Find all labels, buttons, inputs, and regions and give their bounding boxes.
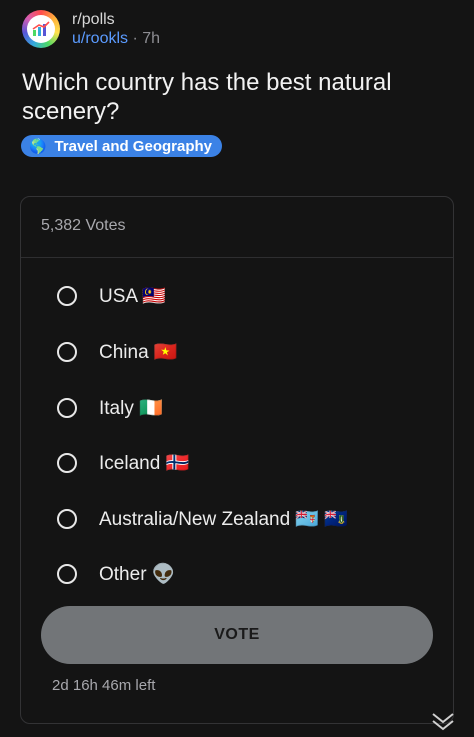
subreddit-name[interactable]: r/polls	[72, 10, 160, 29]
radio-button[interactable]	[57, 342, 77, 362]
poll-option[interactable]: USA 🇲🇾	[57, 282, 166, 310]
author-link[interactable]: u/rookls	[72, 30, 128, 47]
radio-button[interactable]	[57, 564, 77, 584]
vote-button[interactable]: VOTE	[41, 606, 433, 664]
option-label: China 🇻🇳	[99, 342, 178, 363]
radio-button[interactable]	[57, 509, 77, 529]
radio-button[interactable]	[57, 453, 77, 473]
post-title[interactable]: Which country has the best natural scene…	[22, 68, 442, 126]
poll-option[interactable]: Italy 🇮🇪	[57, 394, 163, 422]
radio-button[interactable]	[57, 398, 77, 418]
vote-count: 5,382 Votes	[41, 217, 126, 234]
post-header: r/polls u/rookls · 7h	[22, 10, 160, 48]
option-label: Iceland 🇳🇴	[99, 453, 190, 474]
poll-option[interactable]: Iceland 🇳🇴	[57, 449, 189, 477]
poll-card: 5,382 Votes USA 🇲🇾 China 🇻🇳 Italy 🇮🇪 Ice…	[20, 196, 454, 724]
option-label: USA 🇲🇾	[99, 286, 166, 307]
author-line: u/rookls · 7h	[72, 29, 160, 48]
divider	[21, 257, 453, 258]
poll-option[interactable]: Australia/New Zealand 🇫🇯 🇻🇬	[57, 505, 348, 533]
flair-label: Travel and Geography	[54, 137, 212, 155]
poll-chart-icon	[27, 15, 55, 43]
poll-option[interactable]: Other 👽	[57, 560, 175, 588]
subreddit-avatar[interactable]	[22, 10, 60, 48]
double-chevron-down-icon[interactable]	[430, 712, 456, 737]
time-remaining: 2d 16h 46m left	[52, 677, 156, 694]
option-label: Italy 🇮🇪	[99, 398, 163, 419]
radio-button[interactable]	[57, 286, 77, 306]
flair-badge[interactable]: 🌎 Travel and Geography	[21, 135, 222, 157]
post-meta: r/polls u/rookls · 7h	[72, 10, 160, 48]
option-label: Other 👽	[99, 564, 176, 585]
post-age: 7h	[142, 30, 161, 47]
poll-option[interactable]: China 🇻🇳	[57, 338, 178, 366]
option-label: Australia/New Zealand 🇫🇯 🇻🇬	[99, 509, 349, 530]
globe-icon: 🌎	[29, 137, 47, 154]
meta-separator: ·	[132, 30, 138, 47]
